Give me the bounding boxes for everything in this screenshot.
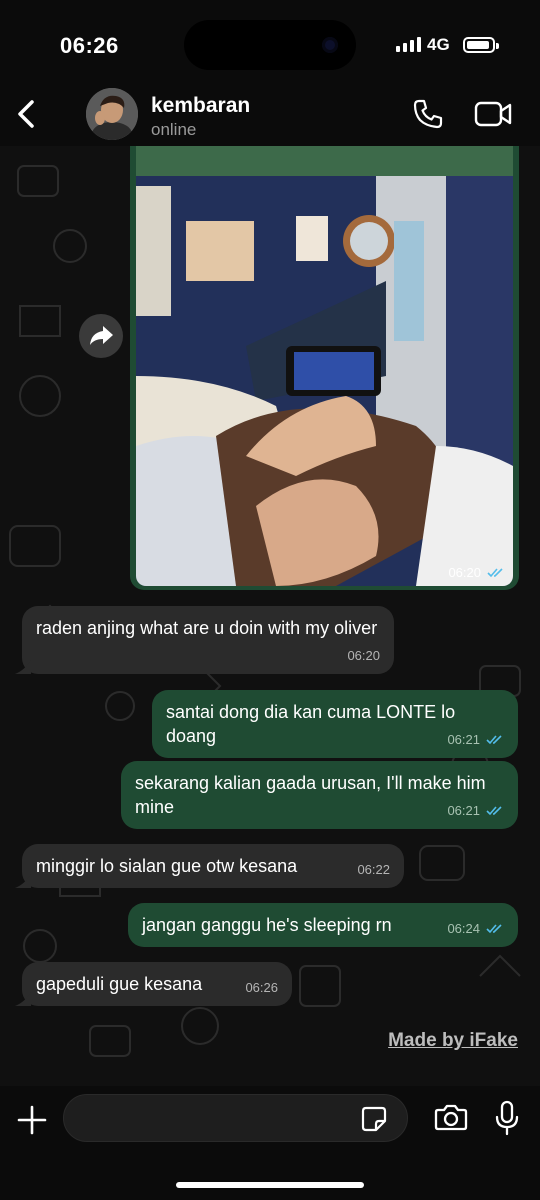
front-camera bbox=[322, 37, 338, 53]
read-ticks-icon bbox=[486, 735, 502, 745]
message-time: 06:20 bbox=[448, 565, 481, 580]
message-text: jangan ganggu he's sleeping rn bbox=[142, 915, 392, 935]
video-call-icon[interactable] bbox=[474, 100, 512, 128]
message-text: minggir lo sialan gue otw kesana bbox=[36, 856, 298, 876]
message-meta: 06:26 bbox=[245, 976, 278, 1000]
bubble-tail bbox=[15, 874, 31, 888]
bubble-tail bbox=[15, 992, 31, 1006]
chat-area[interactable]: 06:20 raden anjing what are u doin with … bbox=[0, 146, 540, 1086]
read-ticks-icon bbox=[486, 806, 502, 816]
read-ticks-icon bbox=[487, 567, 503, 577]
bubble-tail bbox=[15, 660, 31, 674]
status-time: 06:26 bbox=[60, 33, 119, 58]
message-time: 06:20 bbox=[347, 648, 380, 663]
chat-header: kembaran online bbox=[0, 82, 540, 146]
message-time: 06:26 bbox=[245, 980, 278, 995]
message-meta: 06:21 bbox=[447, 799, 504, 823]
avatar[interactable] bbox=[86, 88, 138, 140]
incoming-message[interactable]: minggir lo sialan gue otw kesana 06:22 bbox=[15, 844, 404, 888]
battery-icon bbox=[463, 37, 499, 53]
camera-icon[interactable] bbox=[434, 1102, 468, 1132]
phone-icon[interactable] bbox=[412, 98, 444, 130]
message-time: 06:21 bbox=[447, 803, 480, 818]
network-type: 4G bbox=[427, 35, 450, 54]
signal-icon bbox=[396, 36, 421, 52]
incoming-message[interactable]: raden anjing what are u doin with my oli… bbox=[15, 606, 394, 674]
message-time: 06:22 bbox=[357, 862, 390, 877]
contact-name[interactable]: kembaran bbox=[151, 94, 250, 118]
watermark: Made by iFake bbox=[388, 1030, 518, 1051]
outgoing-message[interactable]: sekarang kalian gaada urusan, I'll make … bbox=[121, 761, 518, 829]
message-meta: 06:20 bbox=[448, 565, 505, 580]
home-indicator bbox=[176, 1182, 364, 1188]
outgoing-message[interactable]: santai dong dia kan cuma LONTE lo doang … bbox=[152, 690, 518, 758]
message-text: raden anjing what are u doin with my oli… bbox=[36, 618, 378, 638]
message-time: 06:24 bbox=[447, 921, 480, 936]
message-meta: 06:21 bbox=[447, 728, 504, 752]
outgoing-message[interactable]: jangan ganggu he's sleeping rn 06:24 bbox=[128, 903, 518, 947]
plus-icon[interactable] bbox=[16, 1104, 48, 1136]
sticker-icon[interactable] bbox=[360, 1105, 388, 1133]
message-meta: 06:24 bbox=[447, 917, 504, 941]
status-bar: 06:26 4G bbox=[0, 0, 540, 90]
message-meta: 06:20 bbox=[347, 644, 380, 668]
photo-message[interactable]: 06:20 bbox=[130, 146, 519, 590]
back-chevron-icon[interactable] bbox=[12, 98, 42, 130]
dynamic-island bbox=[184, 20, 356, 70]
message-input[interactable] bbox=[63, 1094, 408, 1142]
microphone-icon[interactable] bbox=[494, 1100, 520, 1136]
contact-presence: online bbox=[151, 120, 197, 139]
message-time: 06:21 bbox=[447, 732, 480, 747]
message-meta: 06:22 bbox=[357, 858, 390, 882]
composer-bar bbox=[0, 1086, 540, 1200]
photo-image[interactable] bbox=[136, 146, 513, 586]
forward-icon bbox=[90, 326, 113, 345]
read-ticks-icon bbox=[486, 924, 502, 934]
incoming-message[interactable]: gapeduli gue kesana 06:26 bbox=[15, 962, 292, 1006]
forward-button[interactable] bbox=[79, 314, 123, 358]
message-text: gapeduli gue kesana bbox=[36, 974, 203, 994]
